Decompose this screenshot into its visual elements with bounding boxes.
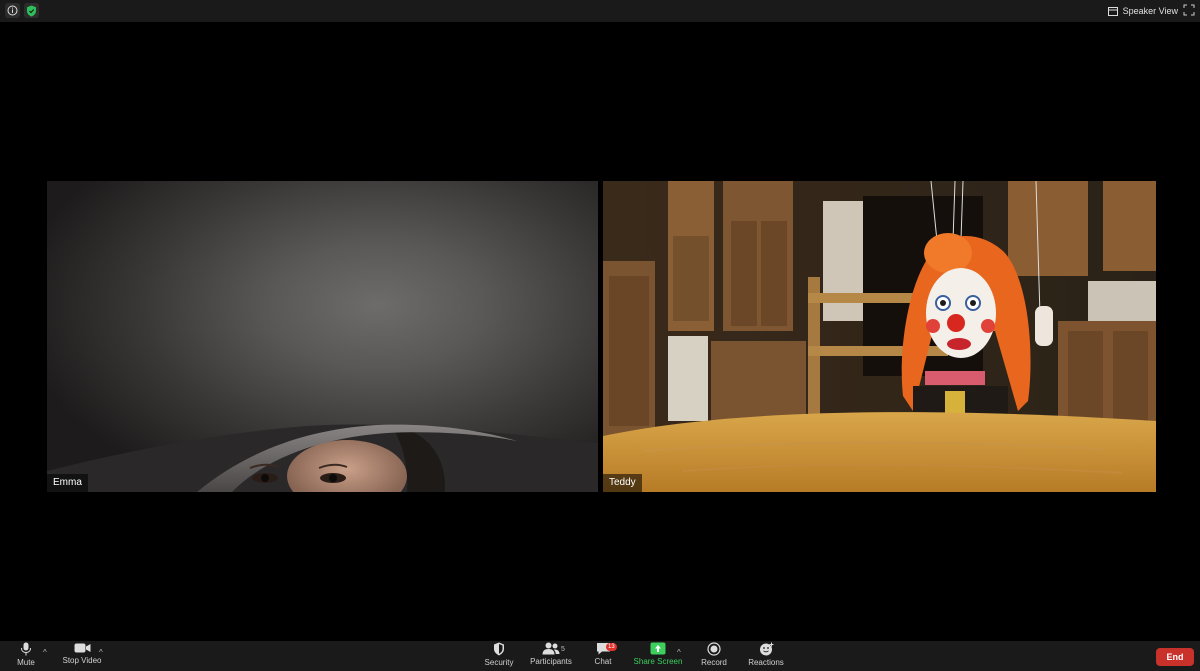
share-screen-icon [650, 642, 666, 655]
reactions-label: Reactions [748, 658, 784, 667]
security-label: Security [484, 658, 514, 667]
record-label: Record [701, 658, 727, 667]
video-tile-teddy[interactable]: Teddy [603, 181, 1156, 492]
video-options-chevron-icon[interactable]: ^ [99, 648, 103, 657]
grid-view-icon [1107, 6, 1118, 16]
meeting-controls-toolbar: Mute ^ Stop Video ^ Security Participant… [0, 641, 1200, 671]
participant-name-tag: Teddy [603, 474, 642, 492]
share-options-chevron-icon[interactable]: ^ [677, 648, 681, 657]
stop-video-label: Stop Video [62, 656, 102, 665]
mute-button[interactable]: Mute [10, 642, 42, 670]
mute-label: Mute [17, 658, 35, 667]
stop-video-button[interactable]: Stop Video [60, 642, 104, 670]
speaker-view-label: Speaker View [1122, 6, 1178, 16]
teddy-video-frame [603, 181, 1156, 492]
reactions-button[interactable]: Reactions [746, 642, 786, 670]
fullscreen-icon[interactable] [1183, 4, 1195, 16]
participants-label: Participants [530, 657, 572, 666]
encryption-button[interactable] [24, 3, 39, 18]
record-icon [707, 642, 721, 656]
audio-options-chevron-icon[interactable]: ^ [43, 648, 47, 657]
share-screen-label: Share Screen [633, 657, 683, 666]
video-tile-emma[interactable]: Emma [47, 181, 598, 492]
security-shield-icon [494, 642, 504, 656]
microphone-icon [21, 642, 31, 656]
record-button[interactable]: Record [699, 642, 729, 670]
participant-name-tag: Emma [47, 474, 88, 492]
shield-icon [27, 5, 36, 16]
participants-icon [542, 642, 560, 655]
meeting-info-button[interactable] [5, 3, 20, 18]
end-meeting-button[interactable]: End [1156, 648, 1194, 666]
smiley-icon [759, 642, 773, 656]
chat-label: Chat [594, 657, 612, 666]
chat-unread-badge: 13 [606, 643, 617, 651]
participant-count: 5 [561, 646, 565, 653]
security-button[interactable]: Security [482, 642, 516, 670]
info-icon [7, 5, 18, 16]
participants-button[interactable]: Participants [528, 642, 574, 670]
meeting-top-bar: Speaker View [0, 0, 1200, 22]
speaker-view-button[interactable]: Speaker View [1107, 4, 1178, 18]
video-camera-icon [74, 643, 90, 653]
emma-video-frame [47, 424, 598, 492]
